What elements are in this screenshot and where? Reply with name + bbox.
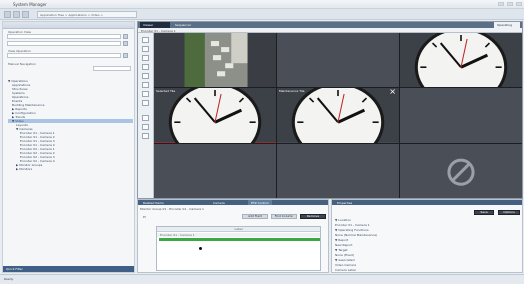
navigation-tree: ▼ Operations Applications Structures System…	[8, 79, 133, 171]
camera-grid: Selected Tile Maintenance Tile ×	[154, 33, 522, 198]
field-label: Pr	[143, 215, 146, 219]
manual-navigation-label: Manual Navigation	[8, 62, 37, 66]
quick-filter-bar[interactable]: Quick Filter	[3, 266, 134, 272]
camera-tile[interactable]: Maintenance Tile ×	[277, 88, 399, 143]
table-header: Label	[157, 227, 320, 232]
tree-item[interactable]: ▶ Monitors	[8, 167, 133, 171]
options-button[interactable]: Options	[498, 210, 520, 215]
window-title: System Manager	[13, 2, 47, 7]
property-item[interactable]: Encoder 01 - Camera 1	[335, 223, 370, 227]
forward-icon[interactable]	[13, 11, 20, 18]
property-item[interactable]: ▼ Report	[335, 238, 348, 242]
tile-label: Selected Tile	[156, 89, 176, 94]
property-item[interactable]: Camera Label	[335, 268, 356, 272]
property-item[interactable]: ▼ Target	[335, 248, 348, 252]
play-icon[interactable]	[142, 37, 149, 43]
left-panel-header	[3, 22, 134, 29]
maximize-button[interactable]	[507, 2, 513, 6]
related-items-subtitle: Monitor Group 01 - Encoder 01 - Camera 1	[140, 207, 204, 211]
ptz-icon[interactable]	[142, 115, 149, 121]
tab-related-items[interactable]: Related Items	[140, 200, 167, 205]
stop-icon[interactable]	[142, 55, 149, 61]
pause-icon[interactable]	[142, 46, 149, 52]
property-item[interactable]: ▼ Associated	[335, 258, 355, 262]
fullscreen-icon[interactable]	[142, 100, 149, 106]
tab-camera[interactable]: Camera	[210, 200, 228, 205]
property-item[interactable]: New Report	[335, 243, 352, 247]
find-column-button[interactable]: Find Column	[271, 214, 297, 219]
camera-tile[interactable]	[400, 143, 522, 198]
operation-view-button[interactable]	[123, 34, 128, 39]
home-icon[interactable]	[22, 11, 29, 18]
property-item[interactable]: Video Camera	[335, 263, 356, 267]
related-items-table: Label Encoder 01 - Camera 1	[156, 226, 321, 271]
camera-tile[interactable]: Selected Tile	[154, 88, 276, 143]
view-operation-button[interactable]	[123, 53, 128, 58]
camera-tile[interactable]	[277, 143, 399, 198]
layout-icon[interactable]	[142, 91, 149, 97]
left-panel: Operation View View Operation Manual Nav…	[2, 21, 135, 273]
save-button[interactable]: Save	[474, 210, 494, 215]
record-icon[interactable]	[142, 64, 149, 70]
properties-panel: Properties Save Options ▼ Location Encode…	[331, 199, 523, 273]
viewer-toolbar	[138, 33, 154, 198]
title-bar: System Manager	[0, 0, 524, 9]
camera-tile[interactable]	[400, 33, 522, 88]
tile-label: Maintenance Tile	[279, 89, 305, 94]
close-icon[interactable]: ×	[389, 88, 396, 96]
camera-tile[interactable]	[154, 143, 276, 198]
properties-header: Properties	[332, 200, 522, 205]
property-item[interactable]: ▼ Location	[335, 218, 351, 222]
related-items-panel: Related Items Camera PTZ Control Monitor…	[137, 199, 329, 273]
back-icon[interactable]	[4, 11, 11, 18]
property-item[interactable]: ▼ Operating Functions	[335, 228, 369, 232]
operation-secondary-field[interactable]	[7, 41, 121, 46]
tab-ptz-control[interactable]: PTZ Control	[248, 200, 272, 205]
toolbar: Application Tree > Applications > Video …	[0, 9, 524, 20]
property-item[interactable]: None (Normal Maintenance)	[335, 233, 377, 237]
breadcrumb[interactable]: Application Tree > Applications > Video …	[37, 11, 137, 18]
video-viewer: Viewer Sequencer Operating Encoder 01 - …	[137, 21, 523, 199]
selection-bar[interactable]	[159, 238, 320, 241]
snapshot-icon[interactable]	[142, 73, 149, 79]
playback-icon[interactable]	[142, 124, 149, 130]
close-window-button[interactable]	[516, 2, 522, 6]
remove-button[interactable]: Remove	[300, 214, 326, 219]
view-operation-field[interactable]	[7, 53, 121, 58]
marker-dot	[199, 247, 202, 250]
camera-tile[interactable]	[154, 33, 276, 88]
tab-properties[interactable]: Properties	[334, 200, 355, 205]
camera-tile[interactable]	[400, 88, 522, 143]
status-bar: Ready	[0, 274, 524, 284]
operation-view-field[interactable]	[7, 34, 121, 39]
add-field-button[interactable]: Add Field	[242, 214, 268, 219]
window-controls	[498, 2, 522, 6]
no-signal-icon	[447, 158, 475, 186]
minimize-button[interactable]	[498, 2, 504, 6]
property-item[interactable]: None (Fixed)	[335, 253, 354, 257]
camera-tile[interactable]	[277, 33, 399, 88]
manual-navigation-toggle[interactable]	[93, 66, 131, 71]
zoom-icon[interactable]	[142, 82, 149, 88]
table-row[interactable]: Encoder 01 - Camera 1	[157, 233, 320, 237]
operation-secondary-button[interactable]	[123, 41, 128, 46]
export-icon[interactable]	[142, 133, 149, 139]
related-items-header: Related Items Camera PTZ Control	[138, 200, 328, 205]
